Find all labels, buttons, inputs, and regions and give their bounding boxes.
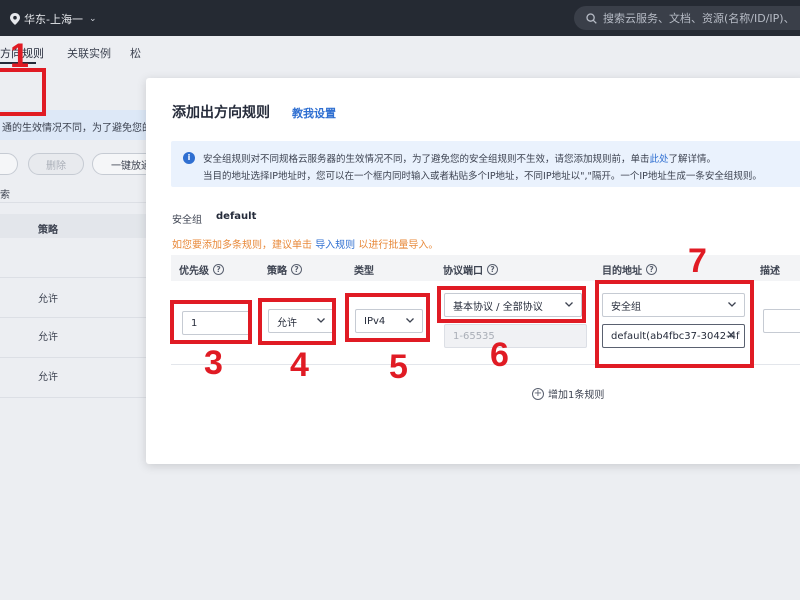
tip-text: 如您要添加多条规则，建议单击 <box>172 240 312 251</box>
annotation-number-6: 6 <box>490 336 509 374</box>
notice-line-2: 当目的地址选择IP地址时，您可以在一个框内同时输入或者粘贴多个IP地址，不同IP… <box>203 171 762 182</box>
region-selector[interactable]: 华东-上海一 ⌄ <box>10 11 97 27</box>
tab-third[interactable]: 松 <box>130 45 141 61</box>
background-table-header <box>0 214 150 238</box>
background-row-policy: 允许 <box>38 372 58 383</box>
help-link[interactable]: 教我设置 <box>292 105 336 121</box>
background-column-policy: 策略 <box>38 225 58 236</box>
column-priority: 优先级? <box>179 262 224 277</box>
port-placeholder: 1-65535 <box>453 330 495 342</box>
column-protocol-port: 协议端口? <box>443 262 498 277</box>
search-placeholder: 搜索云服务、文档、资源(名称/ID/IP)、 <box>603 12 795 25</box>
security-group-label: 安全组 <box>172 215 202 226</box>
port-input[interactable]: 1-65535 <box>444 324 587 348</box>
dialog-title: 添加出方向规则 <box>172 105 270 121</box>
column-type-label: 类型 <box>354 266 374 277</box>
table-row <box>0 278 150 318</box>
annotation-box-7 <box>595 280 754 368</box>
help-question-icon[interactable]: ? <box>213 264 224 275</box>
background-row-policy: 允许 <box>38 332 58 343</box>
import-rules-link[interactable]: 导入规则 <box>315 240 355 251</box>
details-link[interactable]: 此处 <box>650 154 669 165</box>
column-destination-label: 目的地址 <box>602 266 642 277</box>
annotation-number-4: 4 <box>290 346 309 384</box>
location-pin-icon <box>10 13 20 25</box>
add-rule-label: 增加1条规则 <box>548 390 605 401</box>
top-navigation-bar: 华东-上海一 ⌄ 搜索云服务、文档、资源(名称/ID/IP)、 <box>0 0 800 36</box>
notice-line-1: 安全组规则对不同规格云服务器的生效情况不同，为了避免您的安全组规则不生效，请您添… <box>203 151 716 165</box>
background-delete-button[interactable]: 删除 <box>28 153 84 175</box>
tip-text: 以进行批量导入。 <box>358 240 439 251</box>
background-info-text: 通的生效情况不同，为了避免您的安 <box>2 123 150 134</box>
table-row <box>0 318 150 358</box>
chevron-down-icon: ⌄ <box>88 14 97 24</box>
tab-associated-instances[interactable]: 关联实例 <box>67 45 111 61</box>
background-row-policy: 允许 <box>38 294 58 305</box>
help-question-icon[interactable]: ? <box>646 264 657 275</box>
annotation-number-1: 1 <box>10 37 29 75</box>
help-question-icon[interactable]: ? <box>291 264 302 275</box>
global-search-input[interactable]: 搜索云服务、文档、资源(名称/ID/IP)、 <box>574 6 800 30</box>
notice-text: 了解详情。 <box>668 154 717 165</box>
table-row <box>0 358 150 398</box>
description-input[interactable] <box>763 309 800 333</box>
column-description-label: 描述 <box>760 266 780 277</box>
annotation-box-6 <box>437 286 586 323</box>
region-label: 华东-上海一 <box>24 13 83 26</box>
column-destination: 目的地址? <box>602 262 657 277</box>
annotation-number-3: 3 <box>204 344 223 382</box>
column-priority-label: 优先级 <box>179 266 209 277</box>
column-policy: 策略? <box>267 262 302 277</box>
column-type: 类型 <box>354 262 374 277</box>
column-description: 描述 <box>760 262 780 277</box>
annotation-box-3 <box>170 300 252 344</box>
annotation-box-5 <box>345 293 430 342</box>
search-icon <box>586 12 597 24</box>
background-allow-all-label: 一键放通 <box>111 160 151 172</box>
annotation-number-5: 5 <box>389 348 408 386</box>
security-group-value: default <box>216 211 257 222</box>
table-row <box>0 238 150 278</box>
info-icon: i <box>183 152 195 164</box>
notice-text: 安全组规则对不同规格云服务器的生效情况不同，为了避免您的安全组规则不生效，请您添… <box>203 154 650 165</box>
annotation-box-4 <box>258 298 336 345</box>
annotation-number-7: 7 <box>688 242 707 280</box>
add-rule-button[interactable]: + 增加1条规则 <box>532 386 604 401</box>
column-protocol-port-label: 协议端口 <box>443 266 483 277</box>
help-question-icon[interactable]: ? <box>487 264 498 275</box>
notice-banner: i 安全组规则对不同规格云服务器的生效情况不同，为了避免您的安全组规则不生效，请… <box>171 141 800 187</box>
column-policy-label: 策略 <box>267 266 287 277</box>
plus-circle-icon: + <box>532 387 544 400</box>
background-delete-label: 删除 <box>46 160 66 172</box>
background-filter-text: 索 <box>0 190 10 201</box>
import-tip: 如您要添加多条规则，建议单击 导入规则 以进行批量导入。 <box>172 236 438 251</box>
background-filter-input[interactable]: 索 <box>0 181 150 203</box>
